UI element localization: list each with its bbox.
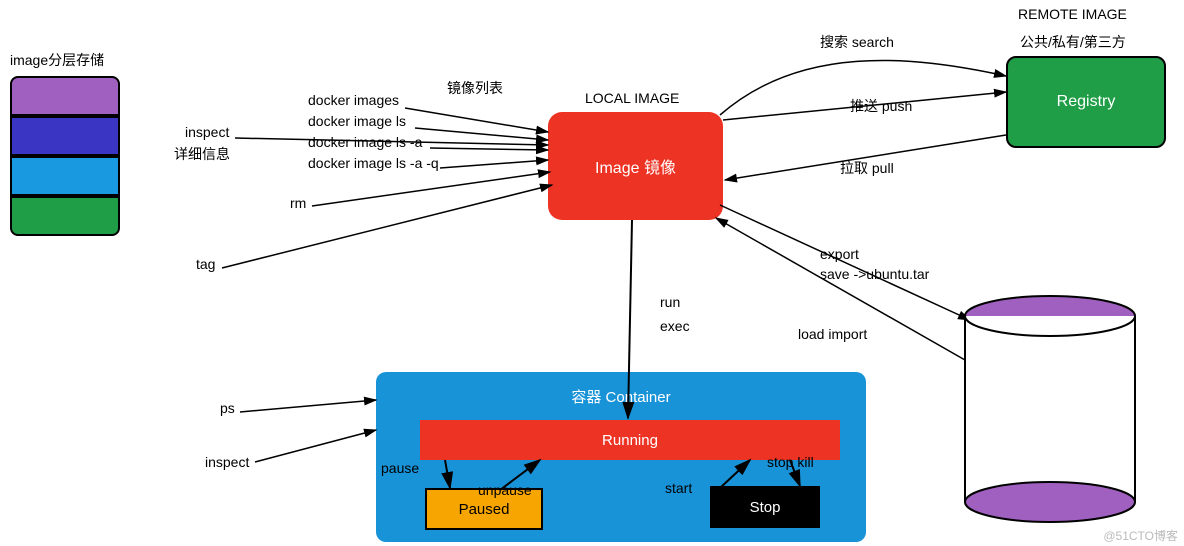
- watermark: @51CTO博客: [1103, 527, 1178, 544]
- diagram-canvas: image分层存储 镜像列表 docker images docker imag…: [0, 0, 1184, 546]
- diagram-arrows: [0, 0, 1184, 546]
